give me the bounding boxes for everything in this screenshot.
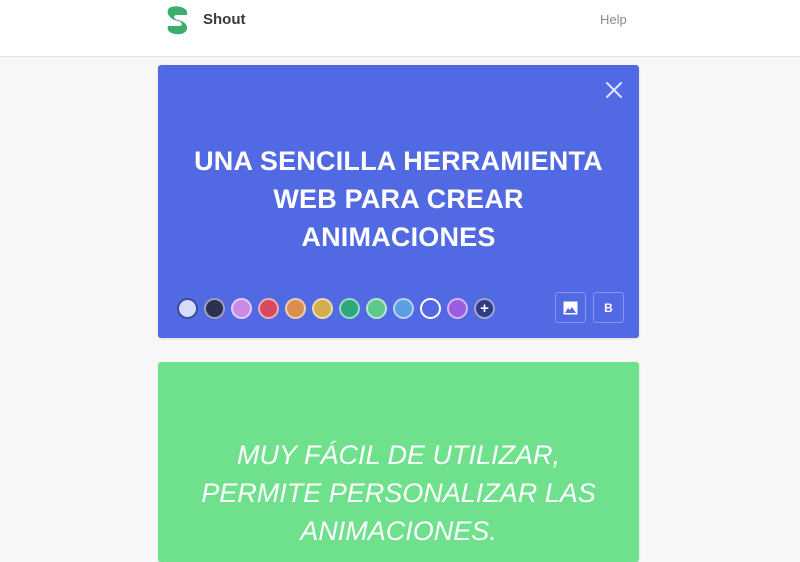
color-swatch-violet[interactable] <box>231 298 252 319</box>
subtitle-line: MUY FÁCIL DE UTILIZAR, <box>236 440 561 470</box>
slide-title[interactable]: UNA SENCILLA HERRAMIENTA WEB PARA CREAR … <box>158 142 639 256</box>
bold-button[interactable]: B <box>593 292 624 323</box>
help-link[interactable]: Help <box>600 12 627 27</box>
color-swatch-lavender[interactable] <box>177 298 198 319</box>
image-icon <box>563 301 578 314</box>
shout-logo-icon[interactable] <box>163 5 193 35</box>
color-swatch-teal[interactable] <box>339 298 360 319</box>
slide-subtitle[interactable]: MUY FÁCIL DE UTILIZAR, PERMITE PERSONALI… <box>158 436 639 550</box>
image-button[interactable] <box>555 292 586 323</box>
slide-card-2[interactable]: MUY FÁCIL DE UTILIZAR, PERMITE PERSONALI… <box>158 362 639 562</box>
slide-card-1[interactable]: UNA SENCILLA HERRAMIENTA WEB PARA CREAR … <box>158 65 639 338</box>
color-swatch-mustard[interactable] <box>312 298 333 319</box>
color-swatch-current-blue[interactable] <box>420 298 441 319</box>
brand-name: Shout <box>203 11 246 28</box>
color-swatch-sky[interactable] <box>393 298 414 319</box>
subtitle-line: PERMITE PERSONALIZAR LAS <box>201 478 596 508</box>
color-swatch-purple[interactable] <box>447 298 468 319</box>
close-icon[interactable] <box>603 79 625 101</box>
title-line: WEB PARA CREAR <box>273 184 524 214</box>
top-header: Shout Help <box>0 0 800 57</box>
color-swatch-navy[interactable] <box>204 298 225 319</box>
subtitle-line: ANIMACIONES. <box>300 516 497 546</box>
add-color-button[interactable]: + <box>474 298 495 319</box>
color-palette: + <box>177 298 495 319</box>
color-swatch-crimson[interactable] <box>258 298 279 319</box>
card-tools: B <box>555 292 624 323</box>
color-swatch-orange[interactable] <box>285 298 306 319</box>
title-line: ANIMACIONES <box>301 222 496 252</box>
title-line: UNA SENCILLA HERRAMIENTA <box>194 146 603 176</box>
color-swatch-mint[interactable] <box>366 298 387 319</box>
